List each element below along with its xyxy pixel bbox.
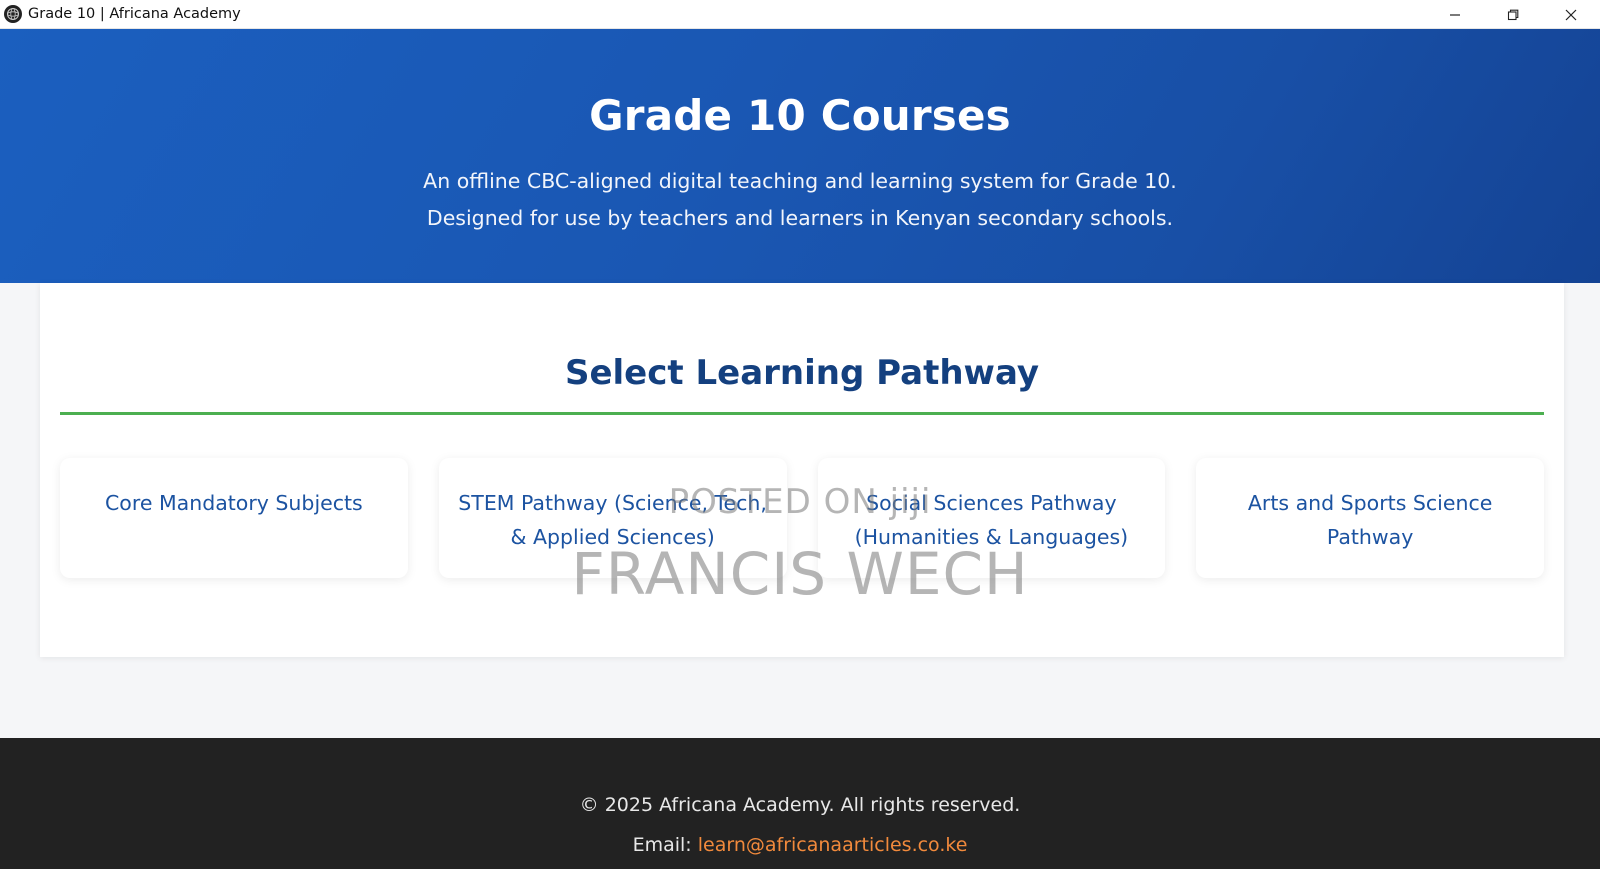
pathway-label: Core Mandatory Subjects — [104, 491, 363, 515]
hero-subtitle: An offline CBC-aligned digital teaching … — [0, 163, 1600, 237]
copyright-text: © 2025 Africana Academy. All rights rese… — [579, 794, 1021, 816]
page-footer: © 2025 Africana Academy. All rights rese… — [0, 738, 1600, 869]
pathway-card-social-sciences[interactable]: Social Sciences Pathway (Humanities & La… — [817, 458, 1166, 578]
footer-email-line: Email: learn@africanaarticles.co.ke — [0, 834, 1600, 856]
pathway-card-arts-sports[interactable]: Arts and Sports Science Pathway — [1196, 458, 1544, 578]
hero-subtitle-line-1: An offline CBC-aligned digital teaching … — [423, 169, 1177, 193]
minimize-icon — [1450, 13, 1460, 16]
pathway-card-core[interactable]: Core Mandatory Subjects — [60, 458, 408, 578]
restore-button[interactable] — [1484, 0, 1542, 29]
email-link[interactable]: learn@africanaarticles.co.ke — [698, 834, 968, 856]
app-logo-icon — [4, 5, 22, 23]
pathway-card-stem[interactable]: STEM Pathway (Science, Tech, & Applied S… — [438, 458, 787, 578]
pathway-label: Social Sciences Pathway (Humanities & La… — [854, 491, 1129, 549]
pathway-label: STEM Pathway (Science, Tech, & Applied S… — [458, 491, 767, 549]
hero-subtitle-line-2: Designed for use by teachers and learner… — [426, 206, 1174, 230]
close-button[interactable] — [1542, 0, 1600, 29]
page-title: Grade 10 Courses — [589, 91, 1011, 140]
close-icon — [1565, 9, 1577, 20]
section-divider — [60, 412, 1544, 415]
pathway-list: Core Mandatory Subjects STEM Pathway (Sc… — [60, 458, 1544, 578]
pathway-label: Arts and Sports Science Pathway — [1247, 491, 1493, 549]
restore-icon — [1507, 9, 1519, 20]
window-controls — [1426, 0, 1600, 29]
window-title: Grade 10 | Africana Academy — [28, 6, 241, 22]
window-titlebar: Grade 10 | Africana Academy — [0, 0, 1600, 29]
pathway-section-card: Select Learning Pathway Core Mandatory S… — [40, 283, 1564, 657]
minimize-button[interactable] — [1426, 0, 1484, 29]
section-title: Select Learning Pathway — [564, 353, 1040, 393]
email-label: Email: — [632, 834, 698, 856]
hero-banner: Grade 10 Courses An offline CBC-aligned … — [0, 29, 1600, 283]
